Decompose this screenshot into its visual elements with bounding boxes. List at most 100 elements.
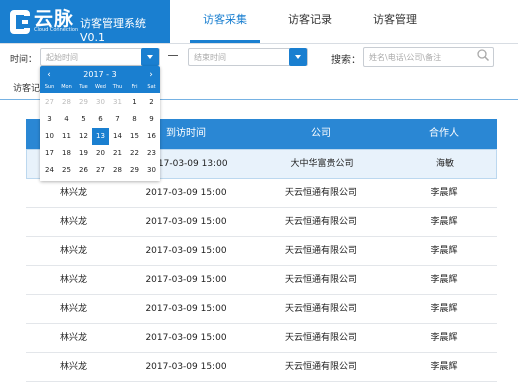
logo-subtitle: Cloud Connection <box>34 27 79 33</box>
range-dash <box>168 55 178 56</box>
calendar-day[interactable]: 8 <box>126 111 143 128</box>
table-row[interactable]: 林兴龙 2017-03-09 15:00 天云恒通有限公司 李晨辉 <box>26 208 497 237</box>
company-cell: 大中华富贵公司 <box>290 159 354 169</box>
calendar-day[interactable]: 23 <box>143 145 160 162</box>
table-row[interactable]: 林兴龙 2017-03-09 15:00 天云恒通有限公司 李晨辉 <box>26 353 497 382</box>
calendar-day[interactable]: 30 <box>143 162 160 179</box>
brand-area: 云脉 Cloud Connection 访客管理系统V0.1 <box>0 0 170 44</box>
contact-cell: 李晨辉 <box>430 304 458 314</box>
contact-cell: 李晨辉 <box>430 217 458 227</box>
visitor-name-cell: 林兴龙 <box>59 304 87 314</box>
tab-visitor-records[interactable]: 访客记 <box>13 81 40 94</box>
weekday-label: Wed <box>95 84 106 90</box>
table-row[interactable]: 林兴龙 2017-03-09 15:00 天云恒通有限公司 李晨辉 <box>26 266 497 295</box>
search-input[interactable]: 姓名\电话\公司\备注 <box>363 47 494 67</box>
contact-cell: 李晨辉 <box>430 333 458 343</box>
visit-time-cell: 2017-03-09 15:00 <box>145 217 227 227</box>
weekday-label: Mon <box>61 84 72 90</box>
calendar-day[interactable]: 27 <box>41 94 58 111</box>
date-picker-popup: ‹ 2017 - 3 › Sun Mon Tue Wed Thu Fri Sat 27 28 2… <box>40 66 160 181</box>
company-cell: 天云恒通有限公司 <box>284 333 357 343</box>
calendar-day[interactable]: 28 <box>58 94 75 111</box>
calendar-day[interactable]: 24 <box>41 162 58 179</box>
calendar-day[interactable]: 21 <box>109 145 126 162</box>
contact-cell: 海敏 <box>435 159 454 169</box>
calendar-day[interactable]: 6 <box>92 111 109 128</box>
calendar-day[interactable]: 28 <box>109 162 126 179</box>
system-name: 访客管理系统V0.1 <box>80 17 146 44</box>
search-icon[interactable] <box>476 48 490 62</box>
calendar-day[interactable]: 12 <box>75 128 92 145</box>
nav-visitor-manage[interactable]: 访客管理 <box>360 0 430 43</box>
calendar-day[interactable]: 20 <box>92 145 109 162</box>
calendar-day[interactable]: 14 <box>109 128 126 145</box>
weekday-label: Sat <box>147 84 156 90</box>
company-cell: 天云恒通有限公司 <box>284 304 357 314</box>
calendar-day[interactable]: 31 <box>109 94 126 111</box>
visit-time-cell: 2017-03-09 15:00 <box>145 275 227 285</box>
start-time-dropdown-icon[interactable] <box>141 48 159 66</box>
calendar-day[interactable]: 7 <box>109 111 126 128</box>
visit-time-cell: 2017-03-09 15:00 <box>145 304 227 314</box>
calendar-day[interactable]: 22 <box>126 145 143 162</box>
calendar-day[interactable]: 1 <box>126 94 143 111</box>
calendar-day[interactable]: 15 <box>126 128 143 145</box>
company-cell: 天云恒通有限公司 <box>284 217 357 227</box>
weekday-label: Sun <box>44 84 55 90</box>
table-row[interactable]: 林兴龙 2017-03-09 15:00 天云恒通有限公司 李晨辉 <box>26 179 497 208</box>
visitor-name-cell: 林兴龙 <box>59 217 87 227</box>
table-row[interactable]: 林兴龙 2017-03-09 15:00 天云恒通有限公司 李晨辉 <box>26 237 497 266</box>
time-label: 时间： <box>10 55 38 65</box>
calendar-day[interactable]: 18 <box>58 145 75 162</box>
visit-time-cell: 2017-03-09 15:00 <box>145 333 227 343</box>
company-cell: 天云恒通有限公司 <box>284 275 357 285</box>
calendar-day[interactable]: 9 <box>143 111 160 128</box>
visitor-name-cell: 林兴龙 <box>59 275 87 285</box>
table-row[interactable]: 林兴龙 2017-03-09 15:00 天云恒通有限公司 李晨辉 <box>26 324 497 353</box>
visitor-name-cell: 林兴龙 <box>59 362 87 372</box>
contact-cell: 李晨辉 <box>430 275 458 285</box>
header-contact: 合作人 <box>429 128 459 139</box>
calendar-day[interactable]: 19 <box>75 145 92 162</box>
visitor-name-cell: 林兴龙 <box>59 333 87 343</box>
visitor-name-cell: 林兴龙 <box>59 188 87 198</box>
weekday-label: Tue <box>79 84 88 90</box>
header-company: 公司 <box>311 128 331 139</box>
calendar-title: 2017 - 3 <box>83 70 117 79</box>
calendar-day[interactable]: 5 <box>75 111 92 128</box>
company-cell: 天云恒通有限公司 <box>284 246 357 256</box>
nav-visitor-collect[interactable]: 访客采集 <box>190 0 260 43</box>
calendar-day[interactable]: 2 <box>143 94 160 111</box>
calendar-day[interactable]: 30 <box>92 94 109 111</box>
calendar-day[interactable]: 27 <box>92 162 109 179</box>
calendar-day[interactable]: 16 <box>143 128 160 145</box>
calendar-day[interactable]: 26 <box>75 162 92 179</box>
table-row[interactable]: 林兴龙 2017-03-09 15:00 天云恒通有限公司 李晨辉 <box>26 295 497 324</box>
visit-time-cell: 2017-03-09 15:00 <box>145 188 227 198</box>
next-month-button[interactable]: › <box>145 68 157 82</box>
contact-cell: 李晨辉 <box>430 188 458 198</box>
calendar-day[interactable]: 13 <box>92 128 109 145</box>
company-cell: 天云恒通有限公司 <box>284 362 357 372</box>
weekday-label: Thu <box>112 84 123 90</box>
calendar-day[interactable]: 25 <box>58 162 75 179</box>
calendar-day[interactable]: 11 <box>58 128 75 145</box>
calendar-day[interactable]: 29 <box>126 162 143 179</box>
company-cell: 天云恒通有限公司 <box>284 188 357 198</box>
weekday-label: Fri <box>131 84 138 90</box>
contact-cell: 李晨辉 <box>430 362 458 372</box>
visitor-name-cell: 林兴龙 <box>59 246 87 256</box>
visit-time-cell: 2017-03-09 15:00 <box>145 362 227 372</box>
search-label: 搜索： <box>331 55 361 66</box>
calendar-day[interactable]: 29 <box>75 94 92 111</box>
contact-cell: 李晨辉 <box>430 246 458 256</box>
calendar-day[interactable]: 10 <box>41 128 58 145</box>
calendar-day[interactable]: 4 <box>58 111 75 128</box>
visit-time-cell: 2017-03-09 15:00 <box>145 246 227 256</box>
calendar-day[interactable]: 17 <box>41 145 58 162</box>
nav-visitor-records[interactable]: 访客记录 <box>275 0 345 43</box>
calendar-grid: 27 28 29 30 31 1 2 3 4 5 6 7 8 9 10 11 12 13 14 15 16 17 18 19 2… <box>40 93 160 181</box>
end-time-dropdown-icon[interactable] <box>289 48 307 66</box>
calendar-day[interactable]: 3 <box>41 111 58 128</box>
top-bar: 云脉 Cloud Connection 访客管理系统V0.1 访客采集 访客记录… <box>0 0 518 44</box>
